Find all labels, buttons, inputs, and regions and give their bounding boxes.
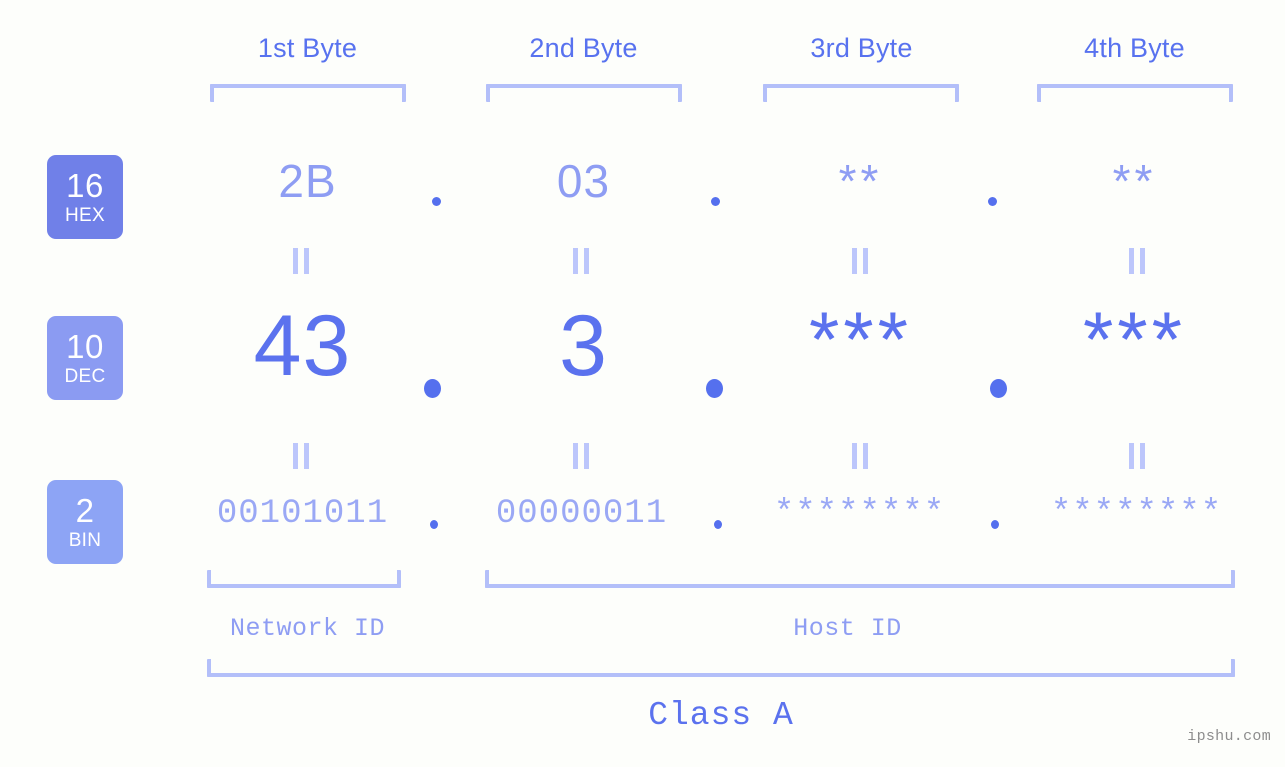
bin-byte-3-value: ********	[773, 495, 946, 533]
host-id-label: Host ID	[793, 614, 902, 643]
bracket-byte-2	[486, 84, 682, 102]
byte-header-4: 4th Byte	[1084, 33, 1185, 63]
dec-byte-4-value: ***	[1082, 295, 1187, 383]
bin-separator-dot-2	[714, 520, 722, 529]
class-label: Class A	[648, 697, 794, 734]
bracket-class	[207, 659, 1235, 677]
base-badge-hex-number: 16	[66, 167, 104, 204]
base-badge-bin-number: 2	[75, 492, 95, 529]
byte-header-1: 1st Byte	[257, 33, 358, 63]
hex-byte-3-value: **	[838, 155, 883, 207]
equals-icon-dec-bin-4	[1127, 443, 1147, 469]
byte-header-3: 3rd Byte	[810, 33, 913, 63]
base-badge-bin-abbr: BIN	[68, 530, 102, 551]
base-badge-dec-number: 10	[66, 328, 104, 365]
hex-separator-dot-1	[432, 197, 441, 206]
dec-byte-2-value: 3	[559, 298, 608, 394]
base-badge-dec-abbr: DEC	[64, 366, 106, 387]
equals-icon-hex-dec-4	[1127, 248, 1147, 274]
base-badge-dec: 10 DEC	[47, 316, 123, 400]
hex-separator-dot-2	[711, 197, 720, 206]
equals-icon-hex-dec-1	[291, 248, 311, 274]
bracket-byte-3	[763, 84, 959, 102]
base-badge-bin: 2 BIN	[47, 480, 123, 564]
bracket-host-id	[485, 570, 1235, 588]
base-badge-hex-abbr: HEX	[65, 205, 105, 226]
bin-byte-2-value: 00000011	[495, 495, 668, 533]
equals-icon-dec-bin-2	[571, 443, 591, 469]
network-id-label: Network ID	[229, 614, 386, 643]
bracket-byte-1	[210, 84, 406, 102]
hex-byte-4-value: **	[1112, 155, 1157, 207]
dec-separator-dot-1	[424, 379, 441, 398]
equals-icon-dec-bin-1	[291, 443, 311, 469]
hex-byte-1-value: 2B	[278, 155, 337, 207]
ip-byte-diagram: 1st Byte 2nd Byte 3rd Byte 4th Byte 16 H…	[0, 0, 1285, 767]
bin-byte-1-value: 00101011	[216, 495, 389, 533]
site-watermark: ipshu.com	[1187, 728, 1271, 745]
equals-icon-hex-dec-3	[850, 248, 870, 274]
dec-byte-1-value: 43	[253, 298, 352, 394]
bin-separator-dot-3	[991, 520, 999, 529]
hex-separator-dot-3	[988, 197, 997, 206]
byte-header-2: 2nd Byte	[529, 33, 638, 63]
bracket-byte-4	[1037, 84, 1233, 102]
base-badge-hex: 16 HEX	[47, 155, 123, 239]
bracket-network-id	[207, 570, 401, 588]
bin-byte-4-value: ********	[1050, 495, 1223, 533]
hex-byte-2-value: 03	[556, 155, 611, 207]
dec-separator-dot-3	[990, 379, 1007, 398]
dec-separator-dot-2	[706, 379, 723, 398]
equals-icon-dec-bin-3	[850, 443, 870, 469]
bin-separator-dot-1	[430, 520, 438, 529]
dec-byte-3-value: ***	[808, 295, 913, 383]
equals-icon-hex-dec-2	[571, 248, 591, 274]
